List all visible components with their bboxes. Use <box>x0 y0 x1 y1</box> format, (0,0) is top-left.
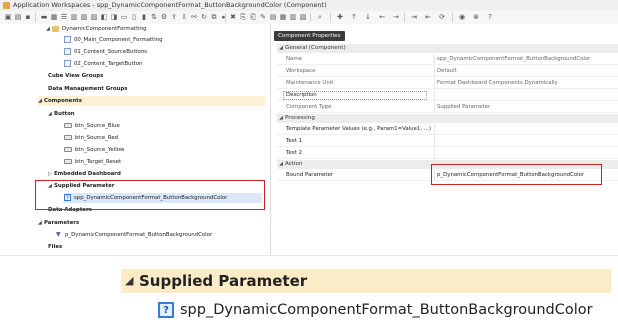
binoculars-icon[interactable]: ⌕ <box>316 14 324 21</box>
tree-item[interactable]: btn_Source_Yellow <box>64 145 124 155</box>
save-icon[interactable]: ▪ <box>24 14 32 21</box>
copy-icon[interactable]: ⧉ <box>210 14 218 21</box>
toolbar-separator <box>225 13 226 22</box>
toolbar-separator <box>310 13 311 22</box>
grid-icon[interactable]: ▦ <box>50 14 58 21</box>
toolbar-separator <box>452 13 453 22</box>
description-focus-box <box>283 91 427 100</box>
view-icon[interactable]: ▤ <box>269 14 277 21</box>
button-icon <box>64 135 72 140</box>
collapse-triangle-icon[interactable]: ◢ <box>277 160 285 169</box>
highlight-box <box>431 164 602 185</box>
new-icon[interactable]: ▤ <box>14 14 22 21</box>
indent-icon[interactable]: ⇥ <box>410 14 418 21</box>
tree-item[interactable]: 00_Main_Component_Formatting <box>64 35 163 45</box>
layout-icon[interactable]: ▥ <box>70 14 78 21</box>
collapse-triangle-icon: ◢ <box>125 274 134 287</box>
form-icon[interactable]: ▧ <box>299 14 307 21</box>
copy2-icon[interactable]: ⎘ <box>239 14 247 21</box>
security-icon[interactable]: ⊗ <box>472 14 480 21</box>
move-up-icon[interactable]: ✚ <box>336 14 344 21</box>
sync-icon[interactable]: ⟳ <box>438 14 446 21</box>
tree-item[interactable]: btn_Source_Red <box>64 133 118 143</box>
tree-item-parameters[interactable]: ◢ Parameters <box>38 218 79 228</box>
arrow-right-icon[interactable]: → <box>392 14 400 21</box>
sort-icon[interactable]: ⇅ <box>150 14 158 21</box>
dashboard-icon <box>64 48 71 55</box>
file-icon[interactable]: ▭ <box>120 14 128 21</box>
tree-item[interactable]: Cube View Groups <box>48 71 103 81</box>
outdent-icon[interactable]: ⇤ <box>424 14 432 21</box>
folder-icon <box>52 25 59 32</box>
tree-item[interactable]: btn_Source_Blue <box>64 121 120 131</box>
tree-item[interactable]: 02_Content_TargetButton <box>64 59 142 69</box>
tree-item[interactable]: Data Management Groups <box>48 84 127 94</box>
button-icon <box>64 159 72 164</box>
run-icon[interactable]: ▸ <box>220 14 228 21</box>
delete-icon[interactable]: ✖ <box>229 14 237 21</box>
table-icon[interactable]: ▥ <box>289 14 297 21</box>
eye-icon[interactable]: ◉ <box>458 14 466 21</box>
tree-item[interactable]: Files <box>48 242 62 252</box>
supplied-parameter-icon: ? <box>158 302 174 318</box>
param-icon[interactable]: ◨ <box>110 14 118 21</box>
chart-icon[interactable]: ▮ <box>140 14 148 21</box>
help-icon[interactable]: ? <box>486 14 494 21</box>
toolbar-separator <box>35 13 36 22</box>
app-icon <box>3 2 10 9</box>
tree-item[interactable]: ▼ p_DynamicComponentFormat_ButtonBackgrou… <box>56 230 212 240</box>
dashboard-icon <box>64 60 71 67</box>
property-row-template-params[interactable]: Template Parameter Values (e.g., Param1=… <box>277 124 618 135</box>
component-icon[interactable]: ▧ <box>80 14 88 21</box>
toolbar-separator <box>330 13 331 22</box>
export-icon[interactable]: ⇪ <box>170 14 178 21</box>
property-row-text2[interactable]: Text 2 <box>277 148 618 159</box>
collapse-triangle-icon[interactable]: ◢ <box>277 114 285 123</box>
zoom-heading: Supplied Parameter <box>139 272 308 290</box>
rename-icon[interactable]: ✎ <box>259 14 267 21</box>
preview-icon[interactable]: ▦ <box>279 14 287 21</box>
import-icon[interactable]: ⇩ <box>180 14 188 21</box>
zoom-heading-row: ◢ Supplied Parameter <box>121 269 611 293</box>
property-row-name[interactable]: Name spp_DynamicComponentFormat_ButtonBac… <box>277 54 618 65</box>
zoom-item: ? spp_DynamicComponentFormat_ButtonBackgr… <box>158 299 593 321</box>
arrow-down-icon[interactable]: ↓ <box>364 14 372 21</box>
highlight-box <box>35 180 265 210</box>
add-icon[interactable]: ▣ <box>4 14 12 21</box>
folder-icon[interactable]: ▬ <box>40 14 48 21</box>
property-row-component-type[interactable]: Component Type Supplied Parameter <box>277 102 618 113</box>
cube-icon[interactable]: ◧ <box>100 14 108 21</box>
parameter-icon: ▼ <box>56 230 61 238</box>
adapter-icon[interactable]: ▨ <box>90 14 98 21</box>
link-icon[interactable]: ⚯ <box>190 14 198 21</box>
tree-item[interactable]: btn_Target_Reset <box>64 157 121 167</box>
paste-icon[interactable]: ⎗ <box>249 14 257 21</box>
button-icon <box>64 147 72 152</box>
button-icon <box>64 123 72 128</box>
refresh-icon[interactable]: ↻ <box>200 14 208 21</box>
dashboard-icon <box>64 36 71 43</box>
arrow-left-icon[interactable]: ← <box>378 14 386 21</box>
property-row-workspace[interactable]: Workspace Default <box>277 66 618 77</box>
properties-tooltip: Component Properties <box>274 31 345 41</box>
tree-item[interactable]: ◢ DynamicComponentFormatting <box>46 24 147 34</box>
section-processing[interactable]: ◢ Processing <box>277 114 618 123</box>
tree-item[interactable]: ◢ Button <box>48 109 75 119</box>
tree-item[interactable]: ▷ Embedded Dashboard <box>48 169 121 179</box>
arrow-up-icon[interactable]: ↑ <box>350 14 358 21</box>
string-icon[interactable]: ▯ <box>130 14 138 21</box>
collapse-triangle-icon[interactable]: ◢ <box>277 44 285 53</box>
window-title: Application Workspaces - spp_DynamicComp… <box>13 1 327 9</box>
list-icon[interactable]: ☰ <box>60 14 68 21</box>
toolbar: ▣ ▤ ▪ ▬ ▦ ☰ ▥ ▧ ▨ ◧ ◨ ▭ ▯ ▮ ⇅ ⚙ ⇪ ⇩ ⚯ ↻ … <box>0 11 618 25</box>
tree-item[interactable]: 01_Content_SourceButtons <box>64 47 147 57</box>
tree-item-components[interactable]: ◢ Components <box>38 96 265 106</box>
property-row-text1[interactable]: Text 1 <box>277 136 618 147</box>
property-row-maintenance-unit[interactable]: Maintenance Unit Format Dashboard Compone… <box>277 78 618 89</box>
section-general[interactable]: ◢ General (Component) <box>277 44 618 53</box>
settings-icon[interactable]: ⚙ <box>160 14 168 21</box>
toolbar-separator <box>404 13 405 22</box>
